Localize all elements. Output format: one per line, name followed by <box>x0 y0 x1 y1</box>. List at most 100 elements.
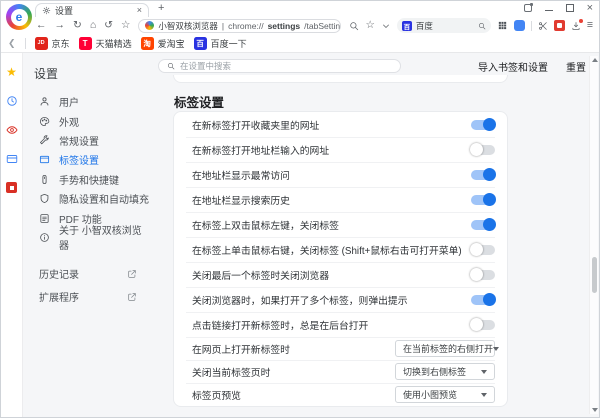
toggle-prompt-multiple-tabs[interactable] <box>471 295 495 305</box>
caret-down-icon <box>481 370 487 374</box>
bookmark-star-icon[interactable]: ☆ <box>121 20 130 31</box>
shield-icon <box>39 193 50 204</box>
setting-label: 点击链接打开新标签时，总是在后台打开 <box>192 318 471 332</box>
titlebar: e 设置 × + × <box>1 1 599 17</box>
content-scrollbar[interactable] <box>589 56 598 414</box>
toggle-show-search-history[interactable] <box>471 195 495 205</box>
sidebar-title: 设置 <box>31 65 149 82</box>
theme-icon[interactable] <box>524 4 532 12</box>
sidebar-item-gestures[interactable]: 手势和快捷键 <box>31 170 149 189</box>
reset-button[interactable]: 重置 <box>566 59 586 74</box>
select-tab-preview[interactable]: 使用小图预览 <box>395 386 495 403</box>
scrollbar-thumb[interactable] <box>592 257 597 293</box>
setting-row: 点击链接打开新标签时，总是在后台打开 <box>174 312 507 337</box>
toggle-show-most-visited[interactable] <box>471 170 495 180</box>
settings-search-input[interactable] <box>180 61 392 71</box>
sidebar-item-appearance[interactable]: 外观 <box>31 111 149 130</box>
sidebar-item-label: 手势和快捷键 <box>59 172 119 187</box>
quick-search-box[interactable]: 百 百度 <box>397 18 491 33</box>
screenshot-scissors-icon[interactable] <box>538 21 548 31</box>
bookmark-baidu[interactable]: 百 百度一下 <box>194 37 247 50</box>
sidebar-item-general[interactable]: 常规设置 <box>31 131 149 150</box>
browser-logo-icon[interactable]: e <box>6 4 32 30</box>
external-link-icon <box>127 292 137 302</box>
address-bar[interactable]: 小智双核浏览器 | chrome://settings/tabSetting <box>138 19 341 33</box>
address-site-name: 小智双核浏览器 <box>158 20 218 32</box>
red-app-panel-icon[interactable] <box>6 182 17 193</box>
settings-sidebar: 设置 用户 外观 常规设置 标签设置 手势和快捷键 <box>23 53 149 417</box>
setting-row: 在地址栏显示搜索历史 <box>174 187 507 212</box>
sidebar-item-about[interactable]: 关于 小智双核浏览器 <box>31 228 149 247</box>
sidebar-item-label: 常规设置 <box>59 133 99 148</box>
sidebar-links: 历史记录 扩展程序 <box>31 262 149 308</box>
search-icon[interactable] <box>478 22 486 30</box>
extension-red-icon[interactable] <box>554 20 565 31</box>
maximize-button[interactable] <box>566 4 574 12</box>
main-area: ★ 设置 用户 外观 常规设置 标签设置 <box>1 53 599 417</box>
apps-grid-icon[interactable] <box>497 20 508 31</box>
bookmark-tmall[interactable]: T 天猫精选 <box>79 37 132 50</box>
menu-icon[interactable]: ≡ <box>587 20 593 31</box>
card-panel-icon[interactable] <box>6 153 18 165</box>
bookmarks-chevron-left-icon[interactable]: ❮ <box>8 38 16 49</box>
browser-logo-letter: e <box>11 9 28 26</box>
browser-window: e 设置 × + × ← → ↻ ⌂ ↺ ☆ 小智双核浏览器 | chrome:… <box>0 0 600 418</box>
sidebar-link-extensions[interactable]: 扩展程序 <box>31 285 149 308</box>
toggle-doubleclick-close-tab[interactable] <box>471 220 495 230</box>
favorites-panel-icon[interactable]: ★ <box>6 66 17 78</box>
setting-row: 标签页预览 使用小图预览 <box>174 383 507 406</box>
select-after-close-tab[interactable]: 切换到右侧标签 <box>395 363 495 380</box>
setting-label: 标签页预览 <box>192 388 395 402</box>
toolbar-divider <box>531 21 532 31</box>
sidebar-item-tabs[interactable]: 标签设置 <box>31 150 149 169</box>
address-url-bold: settings <box>268 21 301 31</box>
settings-content: 导入书签和设置 重置 标签设置 在新标签打开收藏夹里的网址 在新标签打开地址栏输… <box>149 53 599 417</box>
back-icon[interactable]: ← <box>36 20 47 31</box>
setting-row: 在标签上单击鼠标右键，关闭标签 (Shift+鼠标右击可打开菜单) <box>174 237 507 262</box>
toggle-close-browser-last-tab[interactable] <box>471 270 495 280</box>
zoom-icon[interactable] <box>349 21 359 31</box>
setting-label: 在标签上双击鼠标左键，关闭标签 <box>192 218 471 232</box>
reload-icon[interactable]: ↻ <box>73 20 82 31</box>
select-value: 使用小图预览 <box>403 388 457 401</box>
toggle-open-addressbar-new-tab[interactable] <box>471 145 495 155</box>
scrollbar-down-arrow[interactable] <box>592 408 598 412</box>
toggle-rightclick-close-tab[interactable] <box>471 245 495 255</box>
restore-tab-icon[interactable]: ↺ <box>104 20 113 31</box>
tab-window-icon <box>39 154 50 165</box>
setting-row: 在新标签打开地址栏输入的网址 <box>174 137 507 162</box>
home-icon[interactable]: ⌂ <box>90 20 96 31</box>
tab-settings[interactable]: 设置 × <box>35 3 149 17</box>
minimize-button[interactable] <box>545 10 553 11</box>
search-icon <box>167 62 175 70</box>
extension-blue-icon[interactable] <box>514 20 525 31</box>
chevron-down-icon[interactable] <box>381 21 391 31</box>
history-panel-icon[interactable] <box>6 95 18 107</box>
downloads-button[interactable] <box>571 21 581 31</box>
sidebar-link-label: 历史记录 <box>39 266 79 281</box>
bookmark-jd[interactable]: JD 京东 <box>35 37 70 50</box>
sidebar-item-privacy[interactable]: 隐私设置和自动填充 <box>31 189 149 208</box>
toggle-open-favorites-new-tab[interactable] <box>471 120 495 130</box>
new-tab-button[interactable]: + <box>158 2 164 14</box>
tab-close-icon[interactable]: × <box>137 6 142 15</box>
eye-panel-icon[interactable] <box>6 124 18 136</box>
select-value: 切换到右侧标签 <box>403 365 466 378</box>
sidebar-link-history[interactable]: 历史记录 <box>31 262 149 285</box>
select-new-tab-position[interactable]: 在当前标签的右侧打开 <box>395 340 495 357</box>
sidebar-item-user[interactable]: 用户 <box>31 92 149 111</box>
user-icon <box>39 96 50 107</box>
favorites-star-icon[interactable]: ☆ <box>365 20 374 31</box>
forward-icon[interactable]: → <box>55 20 66 31</box>
select-value: 在当前标签的右侧打开 <box>403 342 493 355</box>
settings-search[interactable] <box>158 59 401 73</box>
setting-label: 关闭最后一个标签时关闭浏览器 <box>192 268 471 282</box>
setting-row: 在网页上打开新标签时 在当前标签的右侧打开 <box>174 337 507 360</box>
import-bookmarks-button[interactable]: 导入书签和设置 <box>478 59 548 74</box>
toolbar-right-cluster: ☆ 百 百度 ≡ <box>349 18 599 33</box>
toggle-open-links-background[interactable] <box>471 320 495 330</box>
toolbar: ← → ↻ ⌂ ↺ ☆ 小智双核浏览器 | chrome://settings/… <box>1 17 599 34</box>
close-button[interactable]: × <box>587 3 593 13</box>
setting-label: 在标签上单击鼠标右键，关闭标签 (Shift+鼠标右击可打开菜单) <box>192 243 471 257</box>
bookmark-taobao[interactable]: 淘 爱淘宝 <box>141 37 185 50</box>
